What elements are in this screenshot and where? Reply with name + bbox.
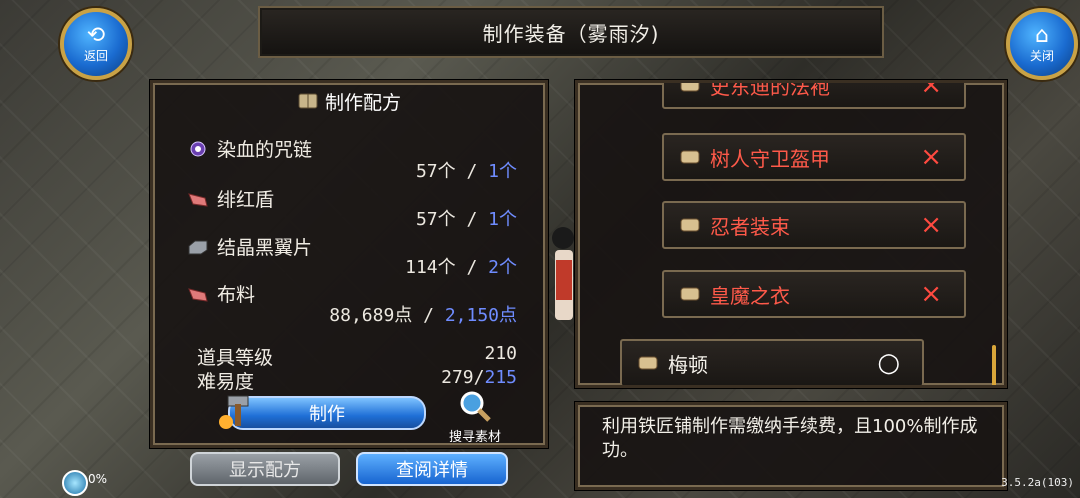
equipment-name: 梅顿 (668, 352, 708, 377)
scroll-icon (680, 150, 700, 164)
equipment-name: 皇魔之衣 (710, 283, 790, 308)
material-owned: 114个 (405, 257, 456, 278)
material-need: 1个 (488, 209, 517, 230)
unavailable-x-icon: × (920, 279, 942, 309)
search-materials-label: 搜寻素材 (448, 430, 501, 445)
unavailable-x-icon: × (920, 142, 942, 172)
recipe-book-icon (298, 93, 318, 109)
difficulty-current: 279 (441, 367, 474, 388)
description-panel: 利用铁匠铺制作需缴纳手续费，且100%制作成功。 (575, 402, 1007, 490)
unavailable-x-icon: × (920, 210, 942, 240)
material-quantity-2: 57个 / 1个 (415, 209, 517, 230)
equipment-name: 树人守卫盔甲 (710, 146, 830, 171)
material-owned: 57个 (415, 161, 456, 182)
home-icon: ⌂ (1035, 22, 1049, 48)
orb-icon (190, 141, 206, 156)
material-owned: 88,689点 (329, 305, 413, 326)
equipment-name: 忍者装束 (710, 214, 790, 239)
show-recipe-button[interactable]: 显示配方 (190, 452, 340, 486)
window-title: 制作装备（雾雨汐) (258, 6, 884, 58)
show-recipe-label: 显示配方 (229, 460, 301, 481)
material-need: 2,150点 (444, 305, 517, 326)
list-item[interactable]: 史东迪的法袍 × (662, 80, 966, 109)
item-level-value: 210 (484, 343, 517, 364)
ingot-icon (188, 240, 208, 254)
material-name: 布料 (217, 284, 256, 306)
material-quantity-4: 88,689点 / 2,150点 (329, 305, 517, 326)
material-name: 染血的咒链 (217, 139, 313, 161)
view-detail-button[interactable]: 查阅详情 (356, 452, 508, 486)
material-item-2: 绯红盾 (187, 185, 274, 212)
difficulty-label: 难易度 (197, 371, 255, 393)
material-quantity-3: 114个 / 2个 (405, 257, 517, 278)
material-item-4: 布料 (187, 280, 255, 307)
version-label: 3.5.2a(103) (1001, 476, 1074, 489)
back-arrow-icon: ⟲ (86, 22, 106, 48)
recipe-header: 制作配方 (153, 83, 545, 119)
status-percent: 0% (88, 472, 108, 486)
recipe-header-label: 制作配方 (324, 91, 401, 114)
close-label: 关闭 (1029, 48, 1054, 63)
scroll-icon (638, 356, 658, 370)
material-need: 2个 (488, 257, 517, 278)
material-name: 结晶黑翼片 (217, 237, 313, 259)
hammer-icon (219, 395, 249, 429)
item-level-label: 道具等级 (197, 347, 274, 369)
list-item[interactable]: 忍者装束 × (662, 201, 966, 249)
material-item-3: 结晶黑翼片 (187, 233, 312, 260)
list-scrollbar[interactable] (992, 345, 996, 385)
difficulty-value: 279/215 (441, 367, 517, 388)
list-item[interactable]: 树人守卫盔甲 × (662, 133, 966, 181)
make-button[interactable]: 制作 (228, 396, 426, 430)
equipment-list-panel[interactable]: 史东迪的法袍 × 树人守卫盔甲 × 忍者装束 × 皇魔之衣 × 梅顿 ○ (575, 80, 1007, 388)
list-item[interactable]: 梅顿 ○ (620, 339, 924, 385)
close-button[interactable]: ⌂ 关闭 (1006, 8, 1078, 80)
back-button[interactable]: ⟲ 返回 (60, 8, 132, 80)
description-text: 利用铁匠铺制作需缴纳手续费，且100%制作成功。 (602, 416, 978, 461)
material-item-1: 染血的咒链 (187, 135, 312, 162)
scroll-icon (680, 83, 700, 92)
status-icon (62, 470, 88, 496)
material-name: 绯红盾 (217, 189, 275, 211)
search-materials-button[interactable]: 搜寻素材 (440, 390, 510, 445)
difficulty-max: 215 (484, 367, 517, 388)
back-label: 返回 (83, 48, 108, 63)
material-owned: 57个 (415, 209, 456, 230)
view-detail-label: 查阅详情 (396, 460, 468, 481)
unavailable-x-icon: × (920, 80, 942, 100)
scroll-icon (680, 218, 700, 232)
hide-icon (188, 192, 208, 207)
magnifier-icon (460, 391, 491, 422)
available-circle-icon: ○ (877, 348, 900, 378)
scroll-icon (680, 287, 700, 301)
material-quantity-1: 57个 / 1个 (415, 161, 517, 182)
make-label: 制作 (309, 404, 345, 425)
material-need: 1个 (488, 161, 517, 182)
equipment-name: 史东迪的法袍 (710, 80, 830, 99)
cloth-icon (188, 287, 208, 302)
player-character (552, 227, 574, 320)
list-item[interactable]: 皇魔之衣 × (662, 270, 966, 318)
